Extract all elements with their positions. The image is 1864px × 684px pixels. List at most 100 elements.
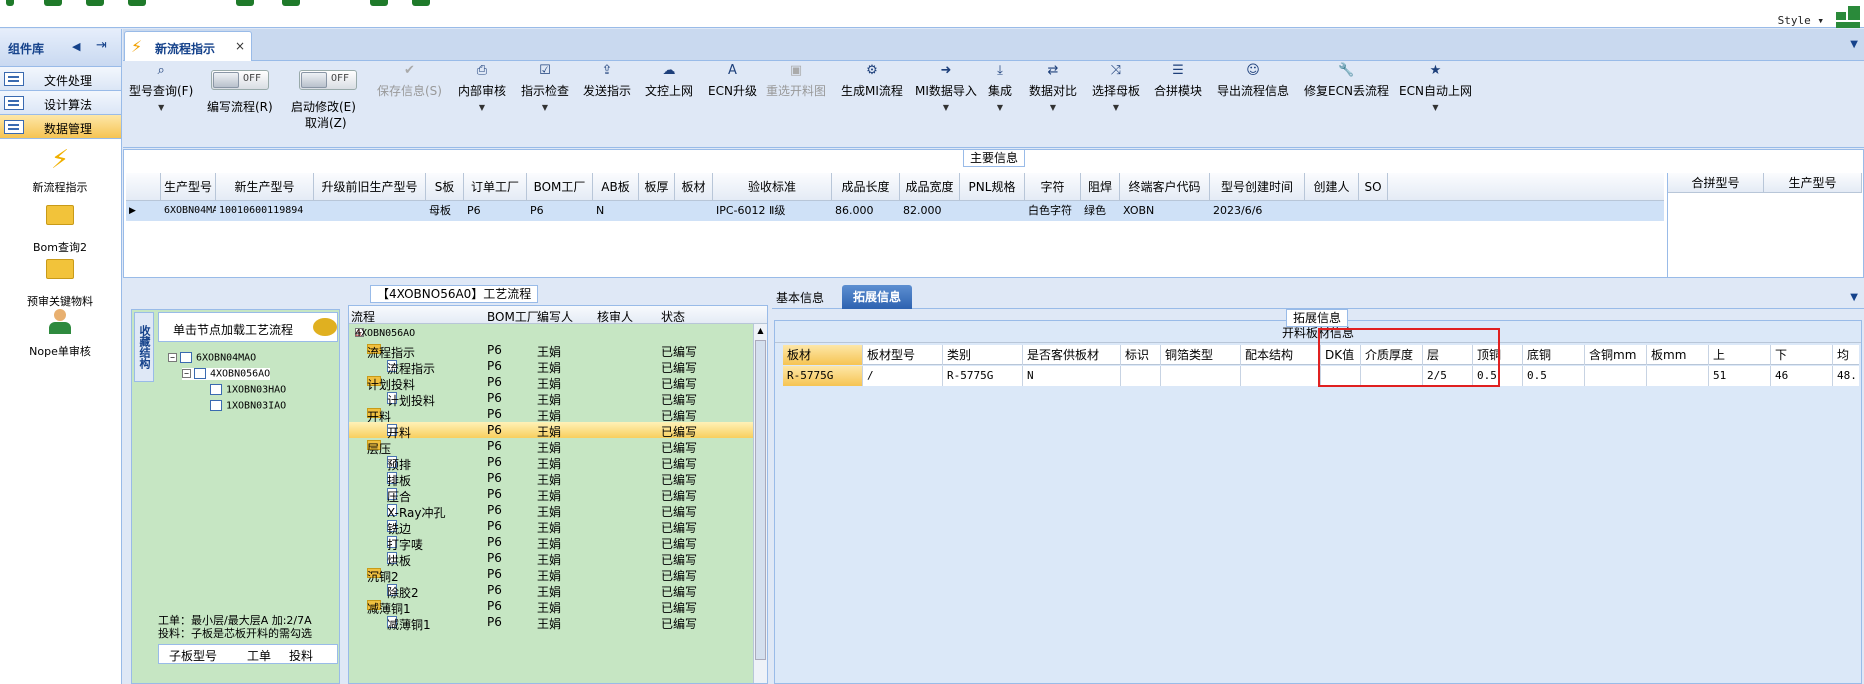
- cell-material[interactable]: [675, 201, 713, 221]
- select-motherboard-button[interactable]: ⤨ 选择母板 ▼: [1092, 62, 1140, 112]
- toolbar-icon[interactable]: [236, 0, 254, 6]
- process-row[interactable]: 排板 P6 王娟 已编写: [349, 470, 753, 488]
- close-icon[interactable]: ×: [235, 39, 245, 53]
- table-cell[interactable]: R-5775G: [783, 366, 863, 386]
- nav-item-data-management[interactable]: 数据管理: [0, 115, 121, 139]
- column-header[interactable]: 含铜mm: [1585, 345, 1647, 365]
- column-header[interactable]: 子板型号: [169, 647, 217, 664]
- nav-item-design-algorithm[interactable]: 设计算法: [0, 91, 121, 115]
- cell-width[interactable]: 82.000: [900, 201, 960, 221]
- cell-ab-board[interactable]: N: [593, 201, 639, 221]
- table-cell[interactable]: R-5775G: [943, 366, 1023, 386]
- column-header[interactable]: 生产型号: [161, 173, 216, 201]
- instruction-check-button[interactable]: ☑ 指示检查 ▼: [521, 62, 569, 112]
- column-header[interactable]: 下: [1771, 345, 1833, 365]
- process-row[interactable]: 打字唛 P6 王娟 已编写: [349, 534, 753, 552]
- table-cell[interactable]: 48.: [1833, 366, 1864, 386]
- column-header[interactable]: 是否客供板材: [1023, 345, 1121, 365]
- style-menu[interactable]: Style ▾: [1778, 14, 1824, 27]
- table-cell[interactable]: 0.5: [1523, 366, 1585, 386]
- column-header[interactable]: 生产型号: [1764, 173, 1862, 193]
- column-header[interactable]: 型号创建时间: [1210, 173, 1305, 201]
- column-header[interactable]: S板: [426, 173, 464, 201]
- tree-node-selected[interactable]: −4XOBN056AO: [182, 368, 271, 380]
- column-header[interactable]: 升级前旧生产型号: [314, 173, 426, 201]
- column-header[interactable]: 成品宽度: [900, 173, 960, 201]
- vertical-scrollbar[interactable]: ▲: [753, 324, 767, 683]
- cancel-label[interactable]: 取消(Z): [305, 114, 347, 131]
- table-cell[interactable]: [1241, 366, 1321, 386]
- column-header[interactable]: SO: [1359, 173, 1388, 201]
- pin-icon[interactable]: ⇥: [96, 38, 107, 53]
- main-info-row[interactable]: ▶ 6XOBN04MAO 10010600119894 母板 P6 P6 N I…: [126, 201, 1664, 221]
- fix-ecn-button[interactable]: 🔧 修复ECN丢流程: [1304, 62, 1389, 99]
- data-compare-button[interactable]: ⇄ 数据对比 ▼: [1029, 62, 1077, 112]
- column-header[interactable]: 板mm: [1647, 345, 1709, 365]
- process-row[interactable]: 开料 P6 王娟 已编写: [349, 422, 753, 440]
- process-row[interactable]: 流程指示 P6 王娟 已编写: [349, 358, 753, 376]
- write-process-toggle[interactable]: OFF: [211, 70, 269, 90]
- table-cell[interactable]: 51: [1709, 366, 1771, 386]
- process-row[interactable]: 除胶2 P6 王娟 已编写: [349, 582, 753, 600]
- process-row[interactable]: 计划投料 P6 王娟 已编写: [349, 390, 753, 408]
- cell-pnl[interactable]: [960, 201, 1025, 221]
- process-root[interactable]: − ⌂ 4XOBN056AO: [349, 326, 753, 342]
- doc-control-online-button[interactable]: ☁ 文控上网: [645, 62, 693, 99]
- column-header[interactable]: 流程: [351, 308, 375, 325]
- table-cell[interactable]: [1647, 366, 1709, 386]
- process-row[interactable]: −层压P6王娟已编写: [349, 438, 753, 456]
- column-header[interactable]: 合拼型号: [1668, 173, 1764, 193]
- reselect-cutting-button[interactable]: ▣ 重选开料图: [766, 62, 826, 99]
- tool-nope-review[interactable]: Nope单审核: [0, 307, 120, 359]
- process-row[interactable]: 压合 P6 王娟 已编写: [349, 486, 753, 504]
- column-header[interactable]: 底铜: [1523, 345, 1585, 365]
- export-process-button[interactable]: ☺ 导出流程信息: [1217, 62, 1289, 99]
- column-header[interactable]: 状态: [661, 308, 685, 325]
- column-header[interactable]: 成品长度: [832, 173, 900, 201]
- toolbar-icon[interactable]: [282, 0, 300, 6]
- column-header[interactable]: 板厚: [639, 173, 675, 201]
- column-header[interactable]: 均: [1833, 345, 1864, 365]
- table-cell[interactable]: /: [863, 366, 943, 386]
- column-header[interactable]: 阻焊: [1081, 173, 1120, 201]
- start-modify-toggle[interactable]: OFF: [299, 70, 357, 90]
- process-row[interactable]: 铣边 P6 王娟 已编写: [349, 518, 753, 536]
- table-cell[interactable]: 46: [1771, 366, 1833, 386]
- chevron-down-icon[interactable]: ▼: [1850, 292, 1858, 303]
- column-header[interactable]: 配本结构: [1241, 345, 1321, 365]
- tool-new-process[interactable]: ⚡ 新流程指示: [0, 145, 120, 195]
- column-header[interactable]: 验收标准: [713, 173, 832, 201]
- ecn-upgrade-button[interactable]: A ECN升级: [708, 62, 757, 99]
- tree-node[interactable]: 1XOBN03IAO: [210, 400, 286, 412]
- search-icon[interactable]: [44, 0, 62, 6]
- cell-customer-code[interactable]: XOBN: [1120, 201, 1210, 221]
- column-header[interactable]: 创建人: [1305, 173, 1359, 201]
- column-header[interactable]: 上: [1709, 345, 1771, 365]
- generate-mi-button[interactable]: ⚙ 生成MI流程: [841, 62, 903, 99]
- column-header[interactable]: 字符: [1025, 173, 1081, 201]
- nav-item-file-processing[interactable]: 文件处理: [0, 67, 121, 91]
- tab-basic-info[interactable]: 基本信息: [776, 289, 824, 306]
- tab-new-process[interactable]: ⚡ 新流程指示 ×: [124, 31, 252, 61]
- table-cell[interactable]: [1161, 366, 1241, 386]
- process-row[interactable]: −减薄铜1P6王娟已编写: [349, 598, 753, 616]
- cell-length[interactable]: 86.000: [832, 201, 900, 221]
- tree-node[interactable]: 1XOBN03HAO: [210, 384, 286, 396]
- column-header[interactable]: 编写人: [537, 308, 573, 325]
- column-header[interactable]: AB板: [593, 173, 639, 201]
- column-header[interactable]: BOM工厂: [487, 308, 539, 325]
- column-header[interactable]: 核审人: [597, 308, 633, 325]
- table-cell[interactable]: [1121, 366, 1161, 386]
- column-header[interactable]: 板材型号: [863, 345, 943, 365]
- toolbar-icon[interactable]: [86, 0, 104, 6]
- cell-s-board[interactable]: 母板: [426, 201, 464, 221]
- cell-standard[interactable]: IPC-6012 Ⅱ级: [713, 201, 832, 221]
- column-header[interactable]: 工单: [247, 647, 271, 664]
- cell-thickness[interactable]: [639, 201, 675, 221]
- process-row[interactable]: −流程指示P6王娟已编写: [349, 342, 753, 360]
- table-cell[interactable]: N: [1023, 366, 1121, 386]
- cell-character[interactable]: 白色字符: [1025, 201, 1081, 221]
- process-row[interactable]: 烘板 P6 王娟 已编写: [349, 550, 753, 568]
- cell-order-factory[interactable]: P6: [464, 201, 527, 221]
- toolbar-icon[interactable]: [370, 0, 388, 6]
